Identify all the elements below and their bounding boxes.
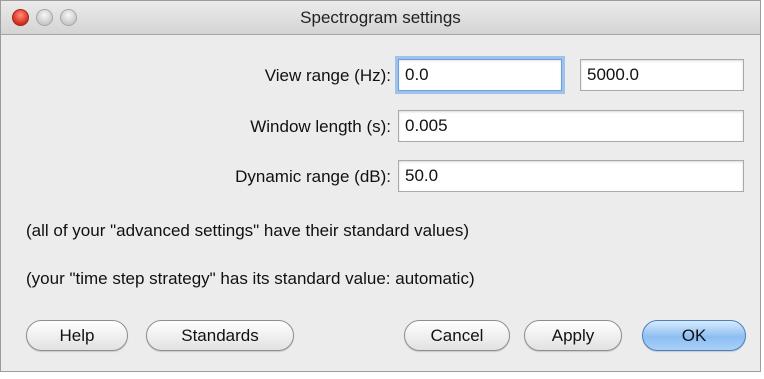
window-length-input[interactable]: 0.005 bbox=[398, 110, 744, 142]
window-title: Spectrogram settings bbox=[300, 8, 461, 27]
view-range-to-input[interactable]: 5000.0 bbox=[580, 59, 744, 91]
ok-button[interactable]: OK bbox=[642, 320, 746, 351]
standards-button[interactable]: Standards bbox=[146, 320, 294, 351]
advanced-settings-note: (all of your "advanced settings" have th… bbox=[26, 221, 469, 240]
view-range-label: View range (Hz): bbox=[264, 66, 391, 85]
dynamic-range-input[interactable]: 50.0 bbox=[398, 160, 744, 192]
help-button[interactable]: Help bbox=[26, 320, 128, 351]
apply-button[interactable]: Apply bbox=[524, 320, 622, 351]
spectrogram-settings-dialog: Spectrogram settings View range (Hz): 0.… bbox=[0, 0, 761, 372]
window-length-label: Window length (s): bbox=[250, 117, 391, 136]
title-bar[interactable]: Spectrogram settings bbox=[1, 1, 760, 35]
cancel-button[interactable]: Cancel bbox=[404, 320, 510, 351]
view-range-from-input[interactable]: 0.0 bbox=[398, 59, 562, 91]
time-step-strategy-note: (your "time step strategy" has its stand… bbox=[26, 269, 475, 288]
dynamic-range-label: Dynamic range (dB): bbox=[235, 167, 391, 186]
